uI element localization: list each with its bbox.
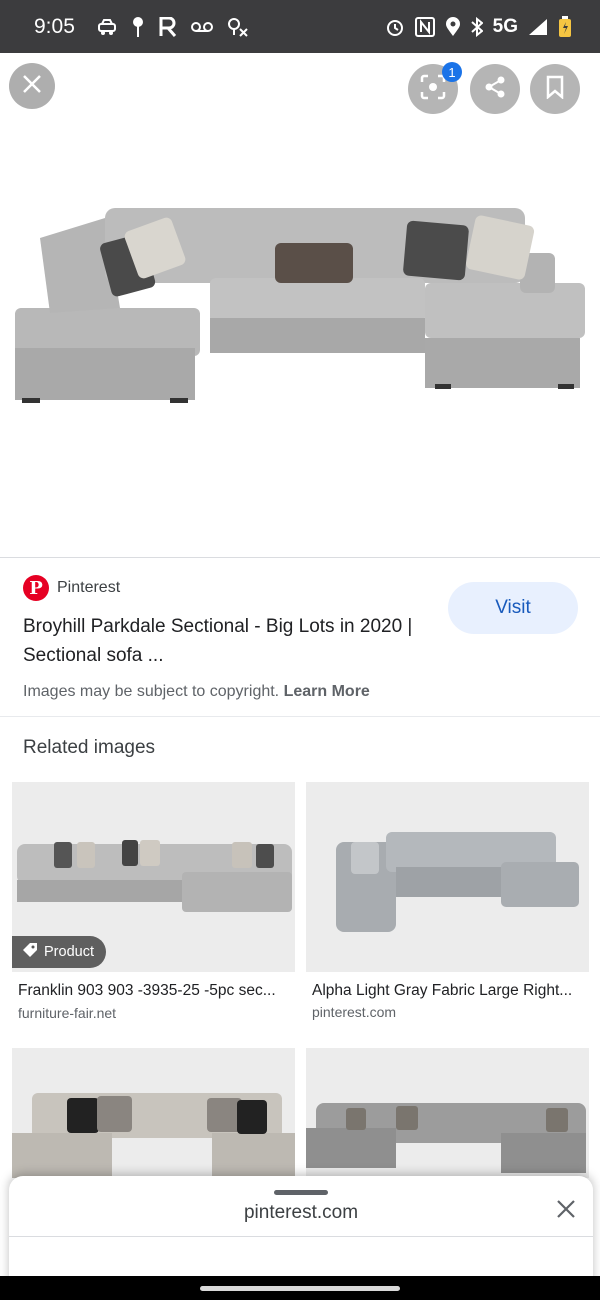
alarm-icon [385, 16, 405, 38]
status-right-icons: 5G [385, 15, 572, 38]
related-image-title: Alpha Light Gray Fabric Large Right... [312, 982, 573, 999]
sectional-sofa-image [15, 208, 585, 403]
voicemail-icon [190, 16, 213, 38]
lens-icon [420, 74, 446, 105]
close-button[interactable] [9, 63, 55, 109]
related-image [306, 1048, 589, 1178]
share-button[interactable] [470, 64, 520, 114]
related-image-card[interactable]: Product Franklin 903 903 -3935-25 -5pc s… [12, 782, 295, 1032]
result-title[interactable]: Broyhill Parkdale Sectional - Big Lots i… [23, 612, 423, 670]
pinterest-logo-icon: P [23, 575, 49, 601]
copyright-notice: Images may be subject to copyright. Lear… [23, 683, 370, 701]
home-gesture-pill[interactable] [200, 1286, 400, 1291]
source-row[interactable]: P Pinterest [23, 575, 120, 601]
divider [9, 1236, 593, 1237]
related-image-domain: pinterest.com [312, 1004, 397, 1020]
related-images-heading: Related images [23, 737, 156, 758]
related-image-card[interactable]: Alpha Light Gray Fabric Large Right... p… [306, 782, 589, 1032]
copyright-text: Images may be subject to copyright. [23, 683, 280, 700]
status-left-icons [97, 16, 385, 38]
divider [0, 716, 600, 717]
source-name: Pinterest [57, 579, 121, 596]
status-bar: 9:05 5G [0, 0, 600, 53]
status-time: 9:05 [34, 14, 75, 38]
divider [0, 557, 600, 558]
related-image [12, 1048, 295, 1178]
hero-image-area[interactable]: 1 [0, 53, 600, 558]
tag-icon [22, 942, 38, 962]
related-image-title: Franklin 903 903 -3935-25 -5pc sec... [18, 982, 276, 999]
sheet-close-button[interactable] [553, 1198, 579, 1224]
close-icon [22, 74, 42, 99]
r-app-icon [159, 16, 177, 38]
related-image-domain: furniture-fair.net [18, 1005, 117, 1021]
car-icon [97, 16, 117, 38]
product-chip: Product [12, 936, 106, 968]
close-icon [557, 1199, 575, 1223]
location-off-icon [227, 16, 249, 38]
drag-handle[interactable] [274, 1190, 328, 1195]
bluetooth-icon [470, 16, 483, 38]
save-button[interactable] [530, 64, 580, 114]
location-icon [445, 16, 461, 38]
battery-icon [558, 15, 572, 38]
bottom-sheet[interactable]: pinterest.com [9, 1176, 593, 1286]
signal-icon [528, 16, 548, 38]
nfc-icon [414, 16, 435, 38]
lens-count-badge: 1 [442, 62, 462, 82]
product-chip-label: Product [44, 944, 94, 960]
tree-icon [131, 16, 145, 38]
related-image [306, 782, 589, 972]
network-type: 5G [492, 15, 518, 37]
related-image-card[interactable] [306, 1048, 589, 1178]
bookmark-icon [545, 75, 565, 104]
visit-button[interactable]: Visit [448, 582, 578, 634]
share-icon [483, 75, 507, 104]
system-navigation-bar [0, 1276, 600, 1300]
learn-more-link[interactable]: Learn More [284, 683, 370, 700]
related-image-card[interactable] [12, 1048, 295, 1178]
sheet-title: pinterest.com [243, 1202, 359, 1223]
